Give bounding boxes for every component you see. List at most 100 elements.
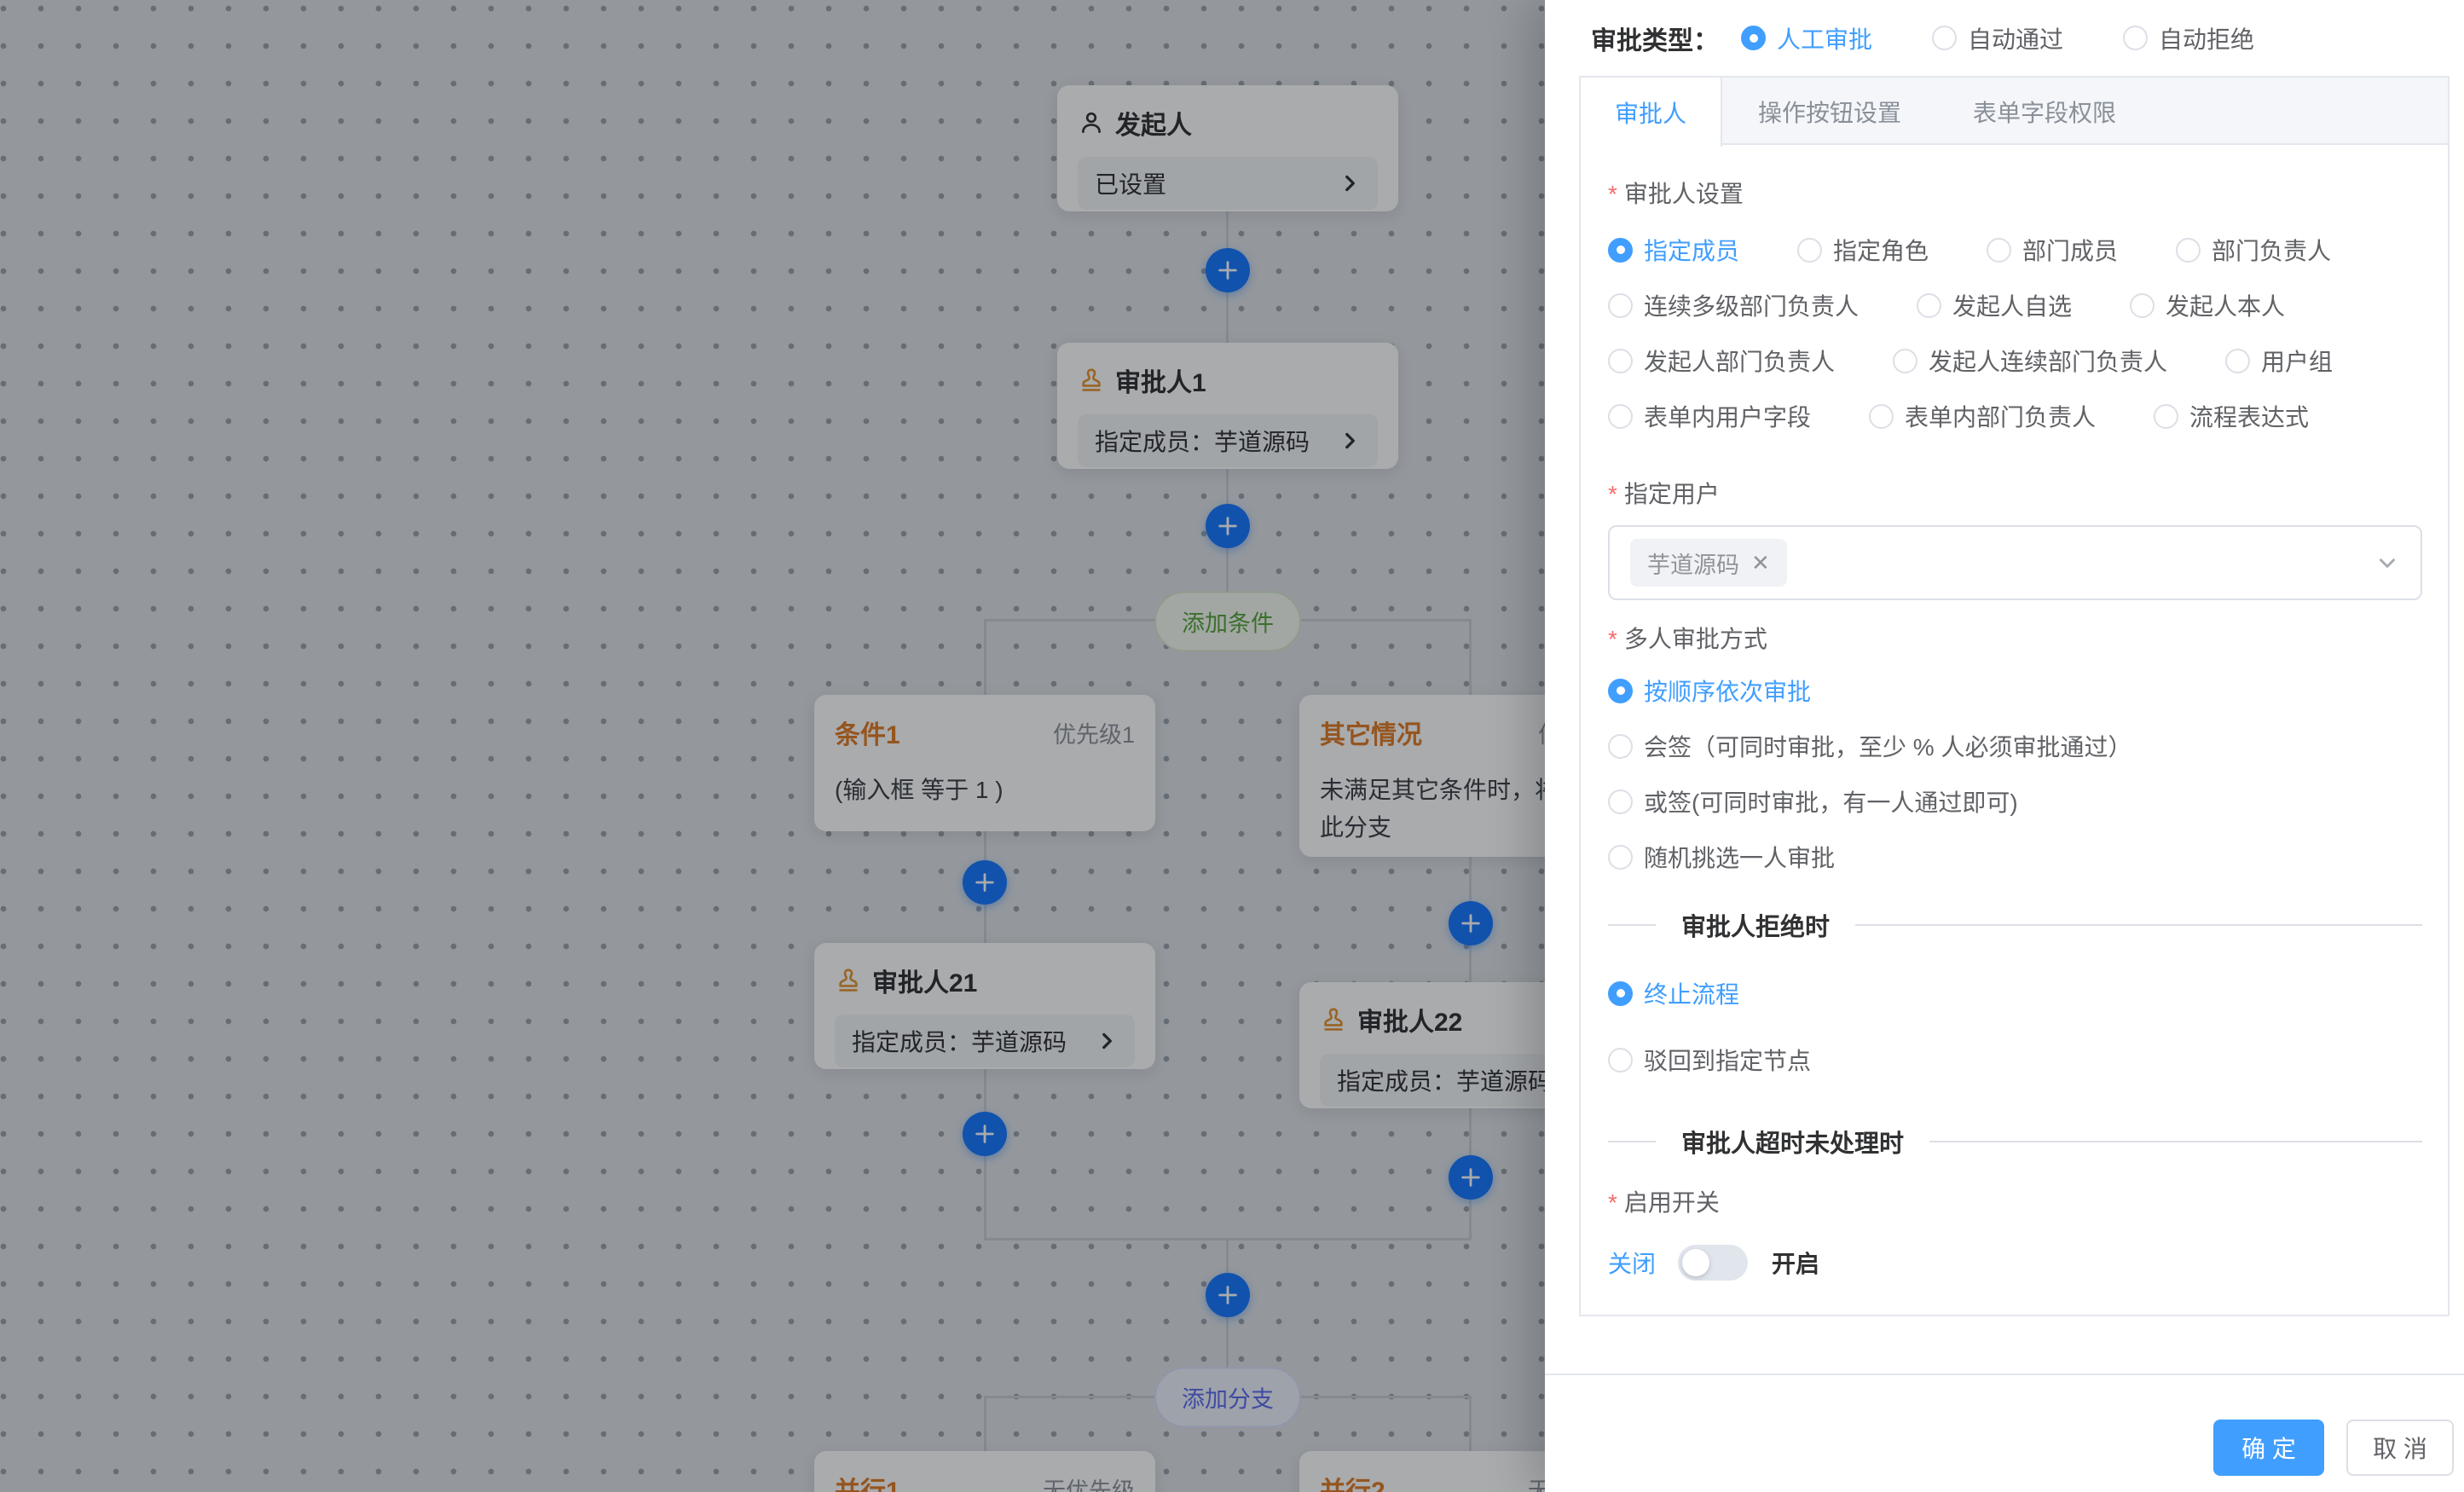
radio-auto-approve[interactable]: 自动通过 (1932, 21, 2063, 55)
tag-close-icon[interactable]: ✕ (1751, 550, 1770, 576)
divider-line (1855, 924, 2422, 926)
tab-form-field-permission[interactable]: 表单字段权限 (1937, 78, 2152, 145)
radio-label: 部门成员 (2022, 233, 2118, 267)
tab-approver[interactable]: 审批人 (1581, 78, 1722, 147)
radio-random-one[interactable]: 随机挑选一人审批 (1608, 840, 2422, 874)
radio-dot (1608, 404, 1633, 429)
radio-label: 指定角色 (1833, 233, 1929, 267)
approver-tab-content[interactable]: 审批人设置 指定成员 指定角色 部门成员 部门负责人 连续多级部门负责人 发起人… (1581, 147, 2448, 1315)
radio-dot (1987, 238, 2011, 263)
assign-user-select[interactable]: 芋道源码 ✕ (1608, 525, 2422, 600)
radio-initiator-dept-leader[interactable]: 发起人部门负责人 (1608, 344, 1835, 378)
approver-options-row: 表单内用户字段 表单内部门负责人 流程表达式 (1608, 399, 2422, 433)
radio-dot (2123, 26, 2148, 50)
settings-tabs-box: 审批人 操作按钮设置 表单字段权限 审批人设置 指定成员 指定角色 部门成员 部… (1579, 76, 2450, 1316)
approval-flow-designer: 发起人 已设置 审批人1 指定成员：芋道源码 (0, 0, 2464, 1492)
divider-line (1608, 924, 1656, 926)
radio-dot (1932, 26, 1957, 50)
divider-title: 审批人超时未处理时 (1681, 1124, 1904, 1159)
radio-label: 流程表达式 (2189, 399, 2309, 433)
divider-line (1608, 1141, 1656, 1142)
radio-form-dept-leader[interactable]: 表单内部门负责人 (1869, 399, 2096, 433)
switch-on-label: 开启 (1772, 1246, 1819, 1280)
radio-return-to-node[interactable]: 驳回到指定节点 (1608, 1043, 2422, 1077)
approver-options-row: 发起人部门负责人 发起人连续部门负责人 用户组 (1608, 344, 2422, 378)
radio-dot (1608, 981, 1633, 1006)
divider-approver-empty: 审批人为空时 (1608, 1311, 2422, 1315)
divider-title: 审批人拒绝时 (1681, 907, 1830, 943)
approver-options-row: 连续多级部门负责人 发起人自选 发起人本人 (1608, 288, 2422, 322)
radio-label: 表单内用户字段 (1644, 399, 1811, 433)
approver-setting-label: 审批人设置 (1608, 177, 2422, 211)
radio-dot (2130, 293, 2155, 318)
radio-dot (1917, 293, 1941, 318)
chevron-down-icon (2374, 550, 2400, 575)
radio-label: 自动拒绝 (2159, 21, 2254, 55)
radio-dot (1608, 238, 1633, 263)
radio-label: 发起人连续部门负责人 (1929, 344, 2167, 378)
divider-line (1929, 1141, 2422, 1142)
radio-auto-reject[interactable]: 自动拒绝 (2123, 21, 2254, 55)
radio-multi-level-dept-leader[interactable]: 连续多级部门负责人 (1608, 288, 1859, 322)
approval-type-row: 审批类型： 人工审批 自动通过 自动拒绝 (1545, 0, 2464, 76)
radio-designated-member[interactable]: 指定成员 (1608, 233, 1739, 267)
radio-user-group[interactable]: 用户组 (2225, 344, 2333, 378)
reject-options: 终止流程 驳回到指定节点 (1608, 955, 2422, 1077)
multi-mode-options: 按顺序依次审批 会签（可同时审批，至少 % 人必须审批通过） 或签(可同时审批，… (1608, 652, 2422, 874)
radio-dot (2154, 404, 2178, 429)
radio-dot (1741, 26, 1766, 50)
radio-label: 连续多级部门负责人 (1644, 288, 1859, 322)
radio-manual-approval[interactable]: 人工审批 (1741, 21, 1872, 55)
radio-dot (1608, 734, 1633, 759)
radio-orsign[interactable]: 或签(可同时审批，有一人通过即可) (1608, 784, 2422, 818)
radio-terminate-process[interactable]: 终止流程 (1608, 976, 2422, 1010)
radio-dot (1608, 789, 1633, 814)
divider-title: 审批人为空时 (1681, 1310, 1830, 1315)
radio-label: 部门负责人 (2212, 233, 2331, 267)
radio-label: 发起人本人 (2166, 288, 2285, 322)
radio-dot (1608, 679, 1633, 703)
radio-process-expression[interactable]: 流程表达式 (2154, 399, 2309, 433)
enable-switch-label: 启用开关 (1608, 1186, 2422, 1220)
radio-label: 表单内部门负责人 (1905, 399, 2096, 433)
radio-form-user-field[interactable]: 表单内用户字段 (1608, 399, 1811, 433)
radio-dept-member[interactable]: 部门成员 (1987, 233, 2118, 267)
divider-approver-timeout: 审批人超时未处理时 (1608, 1125, 2422, 1159)
user-tag-text: 芋道源码 (1647, 546, 1739, 580)
radio-initiator-multi-dept-leader[interactable]: 发起人连续部门负责人 (1893, 344, 2167, 378)
radio-countersign[interactable]: 会签（可同时审批，至少 % 人必须审批通过） (1608, 729, 2422, 763)
timeout-switch-row: 关闭 开启 (1608, 1244, 2422, 1281)
radio-label: 发起人自选 (1952, 288, 2072, 322)
radio-dot (1608, 349, 1633, 373)
radio-dot (1893, 349, 1917, 373)
radio-sequential-approval[interactable]: 按顺序依次审批 (1608, 674, 2422, 708)
radio-dot (2225, 349, 2250, 373)
divider-approver-reject: 审批人拒绝时 (1608, 908, 2422, 942)
radio-label: 用户组 (2261, 344, 2333, 378)
radio-dept-leader[interactable]: 部门负责人 (2176, 233, 2331, 267)
cancel-button[interactable]: 取 消 (2346, 1420, 2454, 1476)
timeout-enable-switch[interactable] (1678, 1245, 1748, 1281)
radio-label: 人工审批 (1777, 21, 1872, 55)
radio-dot (1608, 845, 1633, 870)
approval-type-label: 审批类型： (1591, 20, 1719, 57)
radio-designated-role[interactable]: 指定角色 (1797, 233, 1929, 267)
radio-label: 终止流程 (1644, 976, 1739, 1010)
radio-dot (1608, 293, 1633, 318)
drawer-footer: 确 定 取 消 (1545, 1373, 2464, 1492)
radio-dot (1608, 1048, 1633, 1073)
tab-button-settings[interactable]: 操作按钮设置 (1722, 78, 1937, 145)
assign-user-label: 指定用户 (1608, 477, 2422, 512)
radio-label: 驳回到指定节点 (1644, 1043, 1811, 1077)
radio-initiator-self[interactable]: 发起人本人 (2130, 288, 2285, 322)
radio-initiator-choose[interactable]: 发起人自选 (1917, 288, 2072, 322)
confirm-button[interactable]: 确 定 (2213, 1420, 2324, 1476)
radio-label: 或签(可同时审批，有一人通过即可) (1644, 784, 2018, 818)
tabs-bar: 审批人 操作按钮设置 表单字段权限 (1581, 78, 2448, 145)
approval-settings-drawer: 审批类型： 人工审批 自动通过 自动拒绝 审批人 操作按钮设置 表单字段权限 (1545, 0, 2464, 1492)
radio-label: 自动通过 (1968, 21, 2063, 55)
radio-label: 指定成员 (1644, 233, 1739, 267)
switch-off-label: 关闭 (1608, 1246, 1656, 1280)
radio-dot (1797, 238, 1822, 263)
radio-label: 按顺序依次审批 (1644, 674, 1811, 708)
